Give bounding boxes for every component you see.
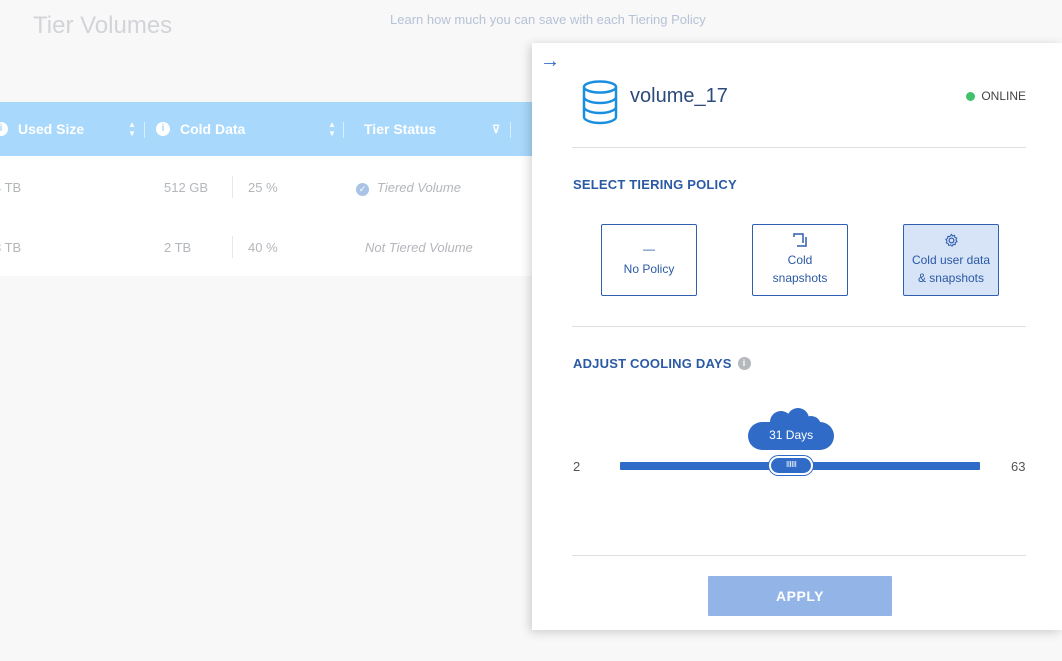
crop-square-icon: [793, 233, 807, 247]
divider: [572, 555, 1026, 556]
table-row[interactable]: 3 TB 2 TB 40 % Not Tiered Volume: [0, 216, 540, 276]
policy-cold-user-data-button[interactable]: Cold user data & snapshots: [903, 224, 999, 296]
divider: [572, 326, 1026, 327]
filter-icon[interactable]: ⊽: [492, 123, 500, 136]
check-circle-icon: ✓: [356, 183, 369, 196]
column-label: Tier Status: [364, 121, 437, 137]
cold-data-cell: 512 GB: [164, 180, 209, 195]
column-tier-status[interactable]: Tier Status ⊽: [364, 102, 500, 156]
cell-divider: [232, 236, 233, 258]
info-icon[interactable]: i: [737, 357, 751, 370]
slider-value-bubble: 31 Days: [748, 408, 835, 459]
slider-value-label: 31 Days: [769, 428, 814, 442]
column-label: Cold Data: [180, 121, 246, 137]
policy-section-title: SELECT TIERING POLICY: [573, 177, 737, 192]
slider-max-label: 63: [1011, 459, 1026, 474]
volume-name: volume_17: [630, 85, 728, 107]
tier-status-label: Tiered Volume: [377, 180, 461, 195]
info-icon: i: [0, 122, 8, 136]
column-divider: [144, 122, 145, 138]
gear-icon: [944, 233, 959, 247]
table-header: i Used Size ▲ ▼ i Cold Data ▲ ▼ Tier Statu…: [0, 102, 540, 156]
savings-link[interactable]: Learn how much you can save with each Ti…: [390, 12, 706, 27]
arrow-right-icon[interactable]: →: [540, 51, 560, 71]
cell-divider: [232, 176, 233, 198]
policy-no-policy-button[interactable]: — No Policy: [601, 224, 697, 296]
tier-status-cell: Not Tiered Volume: [365, 240, 473, 255]
tier-status-cell: ✓ Tiered Volume: [356, 180, 461, 196]
cooling-section-title: ADJUST COOLING DAYS i: [573, 356, 751, 371]
divider: [572, 147, 1026, 148]
status-dot: [966, 91, 976, 101]
column-cold-data[interactable]: i Cold Data ▲ ▼: [156, 102, 336, 156]
tiering-policy-panel: → volume_17 ONLINE SELECT TIERING POLICY…: [532, 43, 1062, 630]
cold-percent-cell: 40 %: [248, 240, 278, 255]
policy-cold-snapshots-button[interactable]: Cold snapshots: [752, 224, 848, 296]
column-divider: [343, 122, 344, 138]
column-used-size[interactable]: i Used Size ▲ ▼: [0, 102, 136, 156]
used-size-cell: 4 TB: [0, 180, 22, 195]
info-icon: i: [156, 122, 170, 136]
slider-thumb[interactable]: IIIIII: [769, 456, 814, 475]
column-label: Used Size: [18, 121, 85, 137]
slider-min-label: 2: [573, 459, 581, 474]
cold-percent-cell: 25 %: [248, 180, 278, 195]
section-title-text: ADJUST COOLING DAYS: [573, 356, 732, 371]
policy-label: Cold user data & snapshots: [911, 253, 991, 285]
dash-icon: —: [643, 242, 655, 256]
sort-icon[interactable]: ▲ ▼: [328, 120, 336, 138]
used-size-cell: 3 TB: [0, 240, 22, 255]
apply-button[interactable]: APPLY: [708, 576, 892, 616]
sort-icon[interactable]: ▲ ▼: [128, 120, 136, 138]
volumes-table: 4 TB 512 GB 25 % ✓ Tiered Volume 3 TB 2 T…: [0, 156, 540, 276]
database-icon: [581, 79, 619, 130]
table-row[interactable]: 4 TB 512 GB 25 % ✓ Tiered Volume: [0, 156, 540, 216]
status-badge: ONLINE: [966, 89, 1026, 103]
status-label: ONLINE: [981, 89, 1026, 103]
page-title: Tier Volumes: [33, 12, 173, 39]
column-divider: [510, 122, 511, 138]
policy-label: Cold snapshots: [772, 253, 828, 285]
section-title-text: SELECT TIERING POLICY: [573, 177, 737, 192]
policy-label: No Policy: [623, 262, 675, 276]
cold-data-cell: 2 TB: [164, 240, 192, 255]
